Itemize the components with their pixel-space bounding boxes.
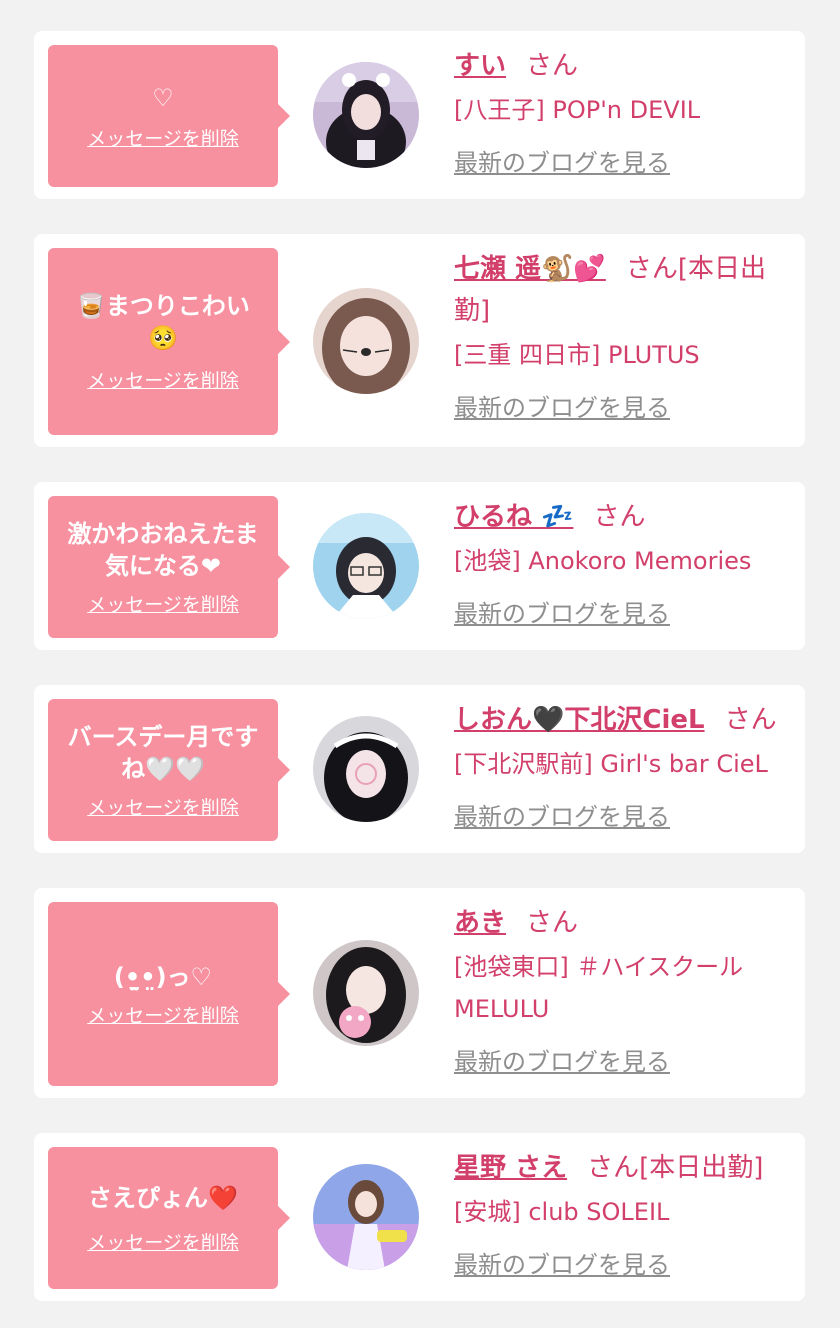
honorific: さん [625,254,678,284]
avatar[interactable] [313,716,419,822]
sender-info: あき さん [池袋東口] ＃ハイスクール MELULU 最新のブログを見る [454,902,791,1077]
message-card: さえぴょん❤️ メッセージを削除 星野 さえ さん[本日出勤] [安城] club… [34,1133,805,1301]
message-text: 🥃まつりこわい🥺 [76,292,250,352]
message-card: (•̤̫•̤)っ♡ メッセージを削除 あき さん [池袋東口] ＃ハイスクール M… [34,888,805,1098]
latest-blog-link[interactable]: 最新のブログを見る [454,797,670,832]
sender-name-link[interactable]: しおん🖤下北沢CieL [454,705,705,735]
sender-info: 七瀬 遥🐒💕 さん[本日出勤] [三重 四日市] PLUTUS 最新のブログを見る [454,248,791,423]
sender-name-link[interactable]: すい [454,51,506,81]
message-card: 激かわおねえたま気になる❤ メッセージを削除 ひるね 💤 さん [池袋] Anok… [34,482,805,650]
latest-blog-link[interactable]: 最新のブログを見る [454,388,670,423]
latest-blog-link[interactable]: 最新のブログを見る [454,594,670,629]
message-text: 激かわおねえたま気になる❤ [67,519,259,580]
shop-label: [三重 四日市] PLUTUS [454,341,700,369]
delete-message-link[interactable]: メッセージを削除 [87,590,239,617]
shop-label: [八王子] POP'n DEVIL [454,96,701,124]
message-text: (•̤̫•̤)っ♡ [113,962,213,991]
sender-info: すい さん [八王子] POP'n DEVIL 最新のブログを見る [454,45,791,178]
delete-message-link[interactable]: メッセージを削除 [87,1001,239,1028]
honorific: さん [593,502,646,532]
message-bubble: ♡ メッセージを削除 [48,45,290,187]
message-card: ♡ メッセージを削除 すい さん [八王子] POP'n DEVIL 最新のブログ… [34,31,805,199]
message-bubble: バースデー月ですね🤍🤍 メッセージを削除 [48,699,290,841]
sender-name-link[interactable]: 星野 さえ [454,1153,567,1183]
delete-message-link[interactable]: メッセージを削除 [87,366,239,393]
honorific: さん [526,51,579,81]
avatar[interactable] [313,940,419,1046]
sender-name-link[interactable]: あき [454,908,506,938]
sender-name-link[interactable]: 七瀬 遥🐒💕 [454,254,606,284]
latest-blog-link[interactable]: 最新のブログを見る [454,1245,670,1280]
shop-label: [下北沢駅前] Girl's bar CieL [454,750,768,778]
honorific: さん [526,908,579,938]
shop-label: [池袋東口] ＃ハイスクール MELULU [454,953,744,1023]
sender-info: ひるね 💤 さん [池袋] Anokoro Memories 最新のブログを見る [454,496,791,629]
message-bubble: さえぴょん❤️ メッセージを削除 [48,1147,290,1289]
sender-name-link[interactable]: ひるね 💤 [454,502,573,532]
honorific: さん [587,1153,640,1183]
message-text: バースデー月ですね🤍🤍 [67,722,259,783]
honorific: さん [724,705,777,735]
latest-blog-link[interactable]: 最新のブログを見る [454,143,670,178]
shop-label: [安城] club SOLEIL [454,1198,670,1226]
delete-message-link[interactable]: メッセージを削除 [87,1228,239,1255]
message-bubble: (•̤̫•̤)っ♡ メッセージを削除 [48,902,290,1086]
latest-blog-link[interactable]: 最新のブログを見る [454,1042,670,1077]
avatar[interactable] [313,513,419,619]
sender-info: しおん🖤下北沢CieL さん [下北沢駅前] Girl's bar CieL 最新… [454,699,791,832]
message-text: ♡ [152,83,174,112]
delete-message-link[interactable]: メッセージを削除 [87,793,239,820]
sender-info: 星野 さえ さん[本日出勤] [安城] club SOLEIL 最新のブログを見る [454,1147,791,1280]
message-text: さえぴょん❤️ [88,1183,238,1212]
shop-label: [池袋] Anokoro Memories [454,547,752,575]
avatar[interactable] [313,1164,419,1270]
avatar[interactable] [313,62,419,168]
delete-message-link[interactable]: メッセージを削除 [87,124,239,151]
status-suffix: [本日出勤] [639,1153,764,1183]
message-bubble: 激かわおねえたま気になる❤ メッセージを削除 [48,496,290,638]
message-card: 🥃まつりこわい🥺 メッセージを削除 七瀬 遥🐒💕 さん[本日出勤] [三重 四日市… [34,234,805,447]
message-bubble: 🥃まつりこわい🥺 メッセージを削除 [48,248,290,435]
message-card: バースデー月ですね🤍🤍 メッセージを削除 しおん🖤下北沢CieL さん [下北沢駅… [34,685,805,853]
avatar[interactable] [313,288,419,394]
